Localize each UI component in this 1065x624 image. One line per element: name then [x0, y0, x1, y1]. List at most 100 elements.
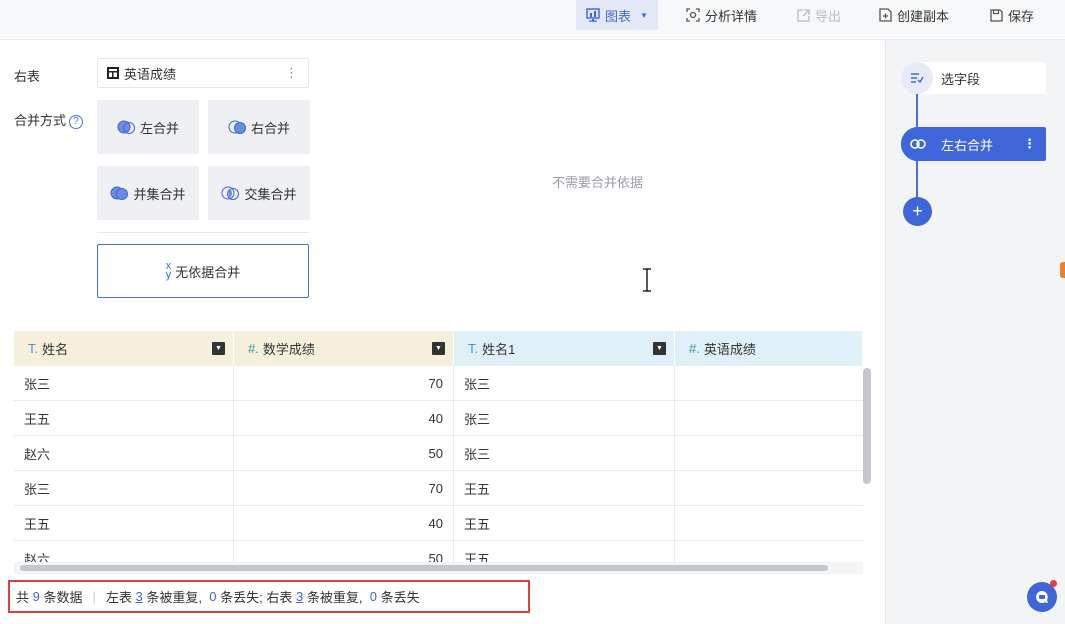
- xy-icon: xy: [165, 260, 172, 281]
- table-row[interactable]: 张三 70 王五: [14, 471, 863, 506]
- stats-left-dup-count[interactable]: 3: [136, 589, 143, 604]
- column-header-english[interactable]: #. 英语成绩: [675, 331, 863, 366]
- right-table-label: 右表: [14, 69, 41, 84]
- cell-math: 50: [234, 436, 454, 471]
- chart-label: 图表: [605, 8, 632, 24]
- stats-right-dup-count[interactable]: 3: [296, 589, 303, 604]
- chat-icon: [1036, 591, 1048, 603]
- stats-left-prefix: 左表: [105, 590, 132, 605]
- table-row[interactable]: 赵六 50 张三: [14, 436, 863, 471]
- cell-name: 赵六: [14, 436, 234, 471]
- table-row[interactable]: 张三 70 张三: [14, 366, 863, 401]
- analysis-label: 分析详情: [705, 8, 758, 24]
- column-label: 姓名1: [482, 342, 516, 357]
- stats-right-lost-count: 0: [369, 589, 377, 604]
- number-type-icon: #.: [689, 341, 700, 356]
- stats-right-dup-text: 条被重复,: [306, 590, 363, 605]
- create-copy-label: 创建副本: [897, 8, 950, 24]
- merge-step-label: 左右合并: [941, 137, 994, 153]
- union-merge-icon: [110, 186, 129, 200]
- merge-stats: 共 9 条数据 | 左表 3 条被重复, 0 条丢失; 右表 3 条被重复, 0…: [8, 580, 530, 613]
- add-step-button[interactable]: +: [903, 197, 932, 226]
- cell-name1: 张三: [454, 401, 675, 436]
- merge-step-icon: [901, 127, 935, 161]
- left-merge-label: 左合并: [139, 120, 179, 136]
- union-merge-button[interactable]: 并集合并: [97, 166, 199, 220]
- vertical-scrollbar[interactable]: [863, 368, 871, 484]
- merge-mode-label: 合并方式?: [14, 110, 84, 129]
- more-icon[interactable]: ⋮: [285, 65, 298, 81]
- left-merge-icon: [117, 120, 135, 134]
- no-basis-merge-button[interactable]: xy 无依据合并: [97, 244, 309, 298]
- cell-english: [675, 506, 863, 541]
- column-label: 数学成绩: [262, 342, 315, 357]
- horizontal-scrollbar[interactable]: [20, 565, 828, 571]
- step-select-fields[interactable]: 选字段: [901, 62, 1046, 94]
- stats-left-lost-text: 条丢失;: [220, 590, 263, 605]
- column-header-math[interactable]: #. 数学成绩 ▼: [234, 331, 454, 366]
- stats-right-prefix: 右表: [266, 590, 293, 605]
- column-label: 姓名: [42, 342, 69, 357]
- export-icon: [797, 8, 810, 22]
- cell-math: 40: [234, 506, 454, 541]
- cell-english: [675, 471, 863, 506]
- save-label: 保存: [1008, 8, 1035, 24]
- cell-english: [675, 436, 863, 471]
- no-basis-label: 无依据合并: [175, 264, 241, 280]
- number-type-icon: #.: [248, 341, 259, 356]
- dropdown-icon[interactable]: ▼: [432, 342, 445, 355]
- column-label: 英语成绩: [703, 342, 756, 357]
- cell-math: 70: [234, 471, 454, 506]
- cell-math: 40: [234, 401, 454, 436]
- text-type-icon: T.: [28, 341, 39, 356]
- stats-separator: |: [92, 589, 96, 604]
- cell-name1: 张三: [454, 436, 675, 471]
- right-table-select[interactable]: 英语成绩 ⋮: [97, 58, 309, 88]
- stats-total-prefix: 共: [16, 590, 30, 605]
- left-merge-button[interactable]: 左合并: [97, 100, 199, 154]
- intersect-merge-button[interactable]: 交集合并: [208, 166, 310, 220]
- help-icon[interactable]: ?: [69, 114, 84, 129]
- cell-english: [675, 366, 863, 401]
- table-row[interactable]: 王五 40 王五: [14, 506, 863, 541]
- select-fields-icon: [901, 62, 933, 94]
- right-merge-icon: [228, 120, 246, 134]
- table-icon: [107, 67, 119, 79]
- right-table-name: 英语成绩: [124, 66, 177, 82]
- edge-widget[interactable]: [1060, 262, 1065, 278]
- right-merge-label: 右合并: [250, 120, 290, 136]
- column-header-name1[interactable]: T. 姓名1 ▼: [454, 331, 675, 366]
- select-fields-label: 选字段: [941, 71, 981, 87]
- stats-total-count: 9: [32, 589, 40, 604]
- step-left-right-merge[interactable]: 左右合并 ⋮: [901, 127, 1046, 161]
- analysis-button[interactable]: 分析详情: [686, 0, 757, 30]
- dropdown-icon[interactable]: ▼: [653, 342, 666, 355]
- cell-name: 王五: [14, 506, 234, 541]
- intersect-merge-label: 交集合并: [244, 186, 297, 202]
- copy-icon: [879, 8, 892, 22]
- text-cursor-icon: [643, 268, 651, 292]
- divider: [97, 232, 309, 233]
- stats-total-suffix: 条数据: [43, 590, 83, 605]
- dropdown-icon[interactable]: ▼: [212, 342, 225, 355]
- export-label: 导出: [815, 8, 842, 24]
- analysis-icon: [686, 8, 700, 22]
- chart-icon: [586, 8, 600, 22]
- no-basis-hint: 不需要合并依据: [552, 175, 644, 190]
- stats-left-dup-text: 条被重复,: [146, 590, 203, 605]
- create-copy-button[interactable]: 创建副本: [879, 0, 949, 30]
- cell-english: [675, 401, 863, 436]
- export-button[interactable]: 导出: [797, 0, 841, 30]
- right-merge-button[interactable]: 右合并: [208, 100, 310, 154]
- merge-mode-text: 合并方式: [14, 113, 67, 128]
- save-button[interactable]: 保存: [990, 0, 1034, 30]
- save-icon: [990, 8, 1003, 22]
- chart-button[interactable]: 图表 ▼: [576, 0, 658, 30]
- column-header-name[interactable]: T. 姓名 ▼: [14, 331, 234, 366]
- notification-dot: [1050, 580, 1057, 587]
- cell-name1: 王五: [454, 471, 675, 506]
- table-row[interactable]: 王五 40 张三: [14, 401, 863, 436]
- more-icon[interactable]: ⋮: [1023, 136, 1036, 152]
- chevron-down-icon: ▼: [640, 10, 648, 20]
- cell-math: 70: [234, 366, 454, 401]
